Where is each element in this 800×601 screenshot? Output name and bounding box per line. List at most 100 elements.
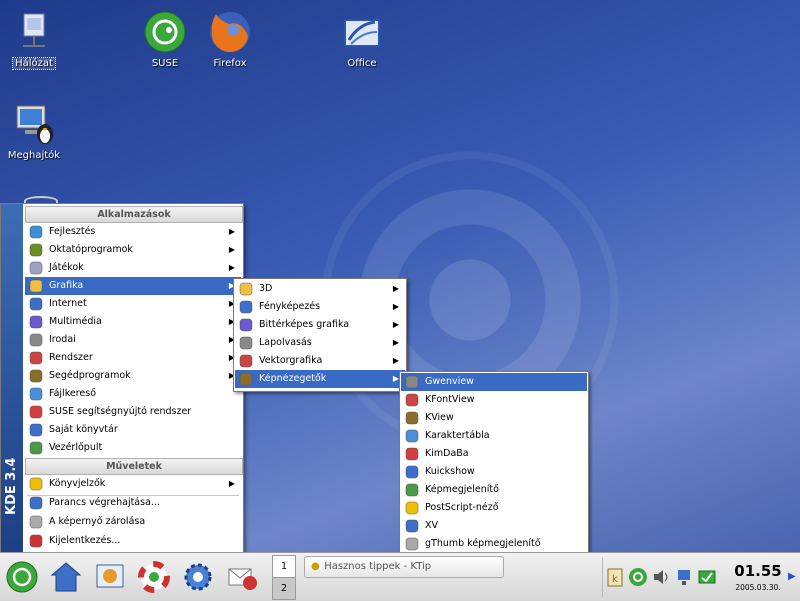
desktop-icon-office[interactable]: Office [330, 10, 394, 69]
network-icon [11, 10, 57, 56]
pager-desktop-2[interactable]: 2 [272, 577, 296, 600]
desktop-icon-label: Hálózat [12, 57, 56, 70]
menu-item-development[interactable]: Fejlesztés ▶ [25, 223, 241, 241]
image-viewers-submenu[interactable]: Gwenview KFontView KView Karaktertábla KimDa… [399, 371, 589, 555]
charmap-icon [405, 429, 419, 443]
menu-item-kuickshow[interactable]: Kuickshow [401, 463, 587, 481]
image-viewers-icon [239, 372, 253, 386]
menu-item-raster-graphics[interactable]: Bittérképes grafika ▶ [235, 316, 405, 334]
clock[interactable]: 01.55 2005.03.30. [728, 557, 788, 597]
lock-screen-icon [29, 515, 43, 529]
menu-item-office-apps[interactable]: Irodai ▶ [25, 331, 241, 349]
menu-item-internet[interactable]: Internet ▶ [25, 295, 241, 313]
desktop-icon-suse[interactable]: SUSE [133, 10, 197, 69]
kimdaba-icon [405, 447, 419, 461]
menu-item-label: Karaktertábla [425, 430, 490, 441]
menu-item-gthumb[interactable]: gThumb képmegjelenítő [401, 535, 587, 553]
menu-item-find-files[interactable]: Fájlkereső [25, 385, 241, 403]
control-center-icon [29, 441, 43, 455]
menu-item-scanning[interactable]: Lapolvasás ▶ [235, 334, 405, 352]
submenu-arrow-icon: ▶ [228, 263, 235, 272]
konqueror-icon[interactable] [92, 559, 128, 595]
menu-item-label: Fejlesztés [49, 226, 96, 237]
svg-text:k: k [612, 574, 618, 585]
submenu-arrow-icon: ▶ [392, 356, 399, 365]
menu-item-graphics[interactable]: Grafika ▶ [25, 277, 241, 295]
menu-item-3d[interactable]: 3D ▶ [235, 280, 405, 298]
kmenu-button[interactable] [4, 559, 40, 595]
menu-item-photography[interactable]: Fényképezés ▶ [235, 298, 405, 316]
taskbar-expand-arrow[interactable]: ▶ [788, 571, 796, 582]
menu-item-games[interactable]: Játékok ▶ [25, 259, 241, 277]
menu-item-multimedia[interactable]: Multimédia ▶ [25, 313, 241, 331]
scanning-icon [239, 336, 253, 350]
menu-item-label: KView [425, 412, 454, 423]
menu-item-kfontview[interactable]: KFontView [401, 391, 587, 409]
volume-icon[interactable] [651, 567, 671, 587]
update-tray-icon[interactable] [697, 567, 717, 587]
menu-item-label: PostScript-néző [425, 502, 499, 513]
menu-item-label: Saját könyvtár [49, 424, 118, 435]
menu-item-label: Fényképezés [259, 301, 321, 312]
graphics-icon [29, 279, 43, 293]
menu-item-label: KimDaBa [425, 448, 469, 459]
kview-icon [405, 411, 419, 425]
menu-item-xv[interactable]: XV [401, 517, 587, 535]
menu-item-control-center[interactable]: Vezérlőpult [25, 439, 241, 457]
menu-item-bookmarks[interactable]: Könyvjelzők ▶ [25, 475, 241, 493]
desktop-icon-network[interactable]: Hálózat [2, 10, 66, 70]
menu-item-label: Képmegjelenítő [425, 484, 499, 495]
menu-item-image-display[interactable]: Képmegjelenítő [401, 481, 587, 499]
menu-item-label: Segédprogramok [49, 370, 131, 381]
submenu-arrow-icon: ▶ [228, 479, 235, 488]
firefox-icon [207, 10, 253, 56]
raster-graphics-icon [239, 318, 253, 332]
klipper-icon[interactable]: k [605, 567, 625, 587]
submenu-arrow-icon: ▶ [392, 338, 399, 347]
menu-item-home[interactable]: Saját könyvtár [25, 421, 241, 439]
pager-desktop-1[interactable]: 1 [272, 555, 296, 578]
menu-item-lock-screen[interactable]: A képernyő zárolása [25, 513, 241, 531]
menu-item-help[interactable]: SUSE segítségnyújtó rendszer [25, 403, 241, 421]
menu-item-system[interactable]: Rendszer ▶ [25, 349, 241, 367]
utilities-icon [29, 369, 43, 383]
menu-item-label: 3D [259, 283, 273, 294]
section-applications: Alkalmazások [25, 206, 243, 223]
menu-item-gwenview[interactable]: Gwenview [401, 373, 587, 391]
image-display-icon [405, 483, 419, 497]
menu-item-utilities[interactable]: Segédprogramok ▶ [25, 367, 241, 385]
submenu-arrow-icon: ▶ [392, 302, 399, 311]
suse-tray-icon[interactable] [628, 567, 648, 587]
menu-item-image-viewers[interactable]: Képnézegetők ▶ [235, 370, 405, 388]
menu-item-postscript-viewer[interactable]: PostScript-néző [401, 499, 587, 517]
home-folder-icon[interactable] [48, 559, 84, 595]
task-button-ktip[interactable]: ● Hasznos tippek - KTip [304, 556, 504, 578]
internet-icon [29, 297, 43, 311]
desktop-icon-drives[interactable]: Meghajtók [2, 102, 66, 161]
menu-item-charmap[interactable]: Karaktertábla [401, 427, 587, 445]
menu-item-label: Képnézegetők [259, 373, 327, 384]
submenu-arrow-icon: ▶ [228, 245, 235, 254]
menu-item-label: gThumb képmegjelenítő [425, 538, 541, 549]
kde-gear-icon[interactable] [180, 559, 216, 595]
menu-item-label: Multimédia [49, 316, 102, 327]
suse-icon [142, 10, 188, 56]
help-lifebuoy-icon[interactable] [136, 559, 172, 595]
menu-item-vector-graphics[interactable]: Vektorgrafika ▶ [235, 352, 405, 370]
network-tray-icon[interactable] [674, 567, 694, 587]
menu-item-label: Játékok [49, 262, 84, 273]
kmail-icon[interactable] [224, 559, 260, 595]
gwenview-icon [405, 375, 419, 389]
menu-item-kimdaba[interactable]: KimDaBa [401, 445, 587, 463]
menu-item-run-command[interactable]: Parancs végrehajtása... [25, 494, 241, 512]
desktop-icon-firefox[interactable]: Firefox [198, 10, 262, 69]
kde-start-menu[interactable]: KDE 3.4 Alkalmazások Fejlesztés ▶ Oktatópr… [0, 203, 244, 554]
menu-item-education[interactable]: Oktatóprogramok ▶ [25, 241, 241, 259]
menu-item-label: XV [425, 520, 439, 531]
menu-item-logout[interactable]: Kijelentkezés... [25, 532, 241, 550]
home-icon [29, 423, 43, 437]
desktop[interactable]: Hálózat SUSE Firefox Office Meghajtók KD… [0, 0, 800, 555]
menu-item-label: Oktatóprogramok [49, 244, 133, 255]
menu-item-kview[interactable]: KView [401, 409, 587, 427]
graphics-submenu[interactable]: 3D ▶ Fényképezés ▶ Bittérképes grafika ▶ Lapol… [233, 278, 407, 392]
